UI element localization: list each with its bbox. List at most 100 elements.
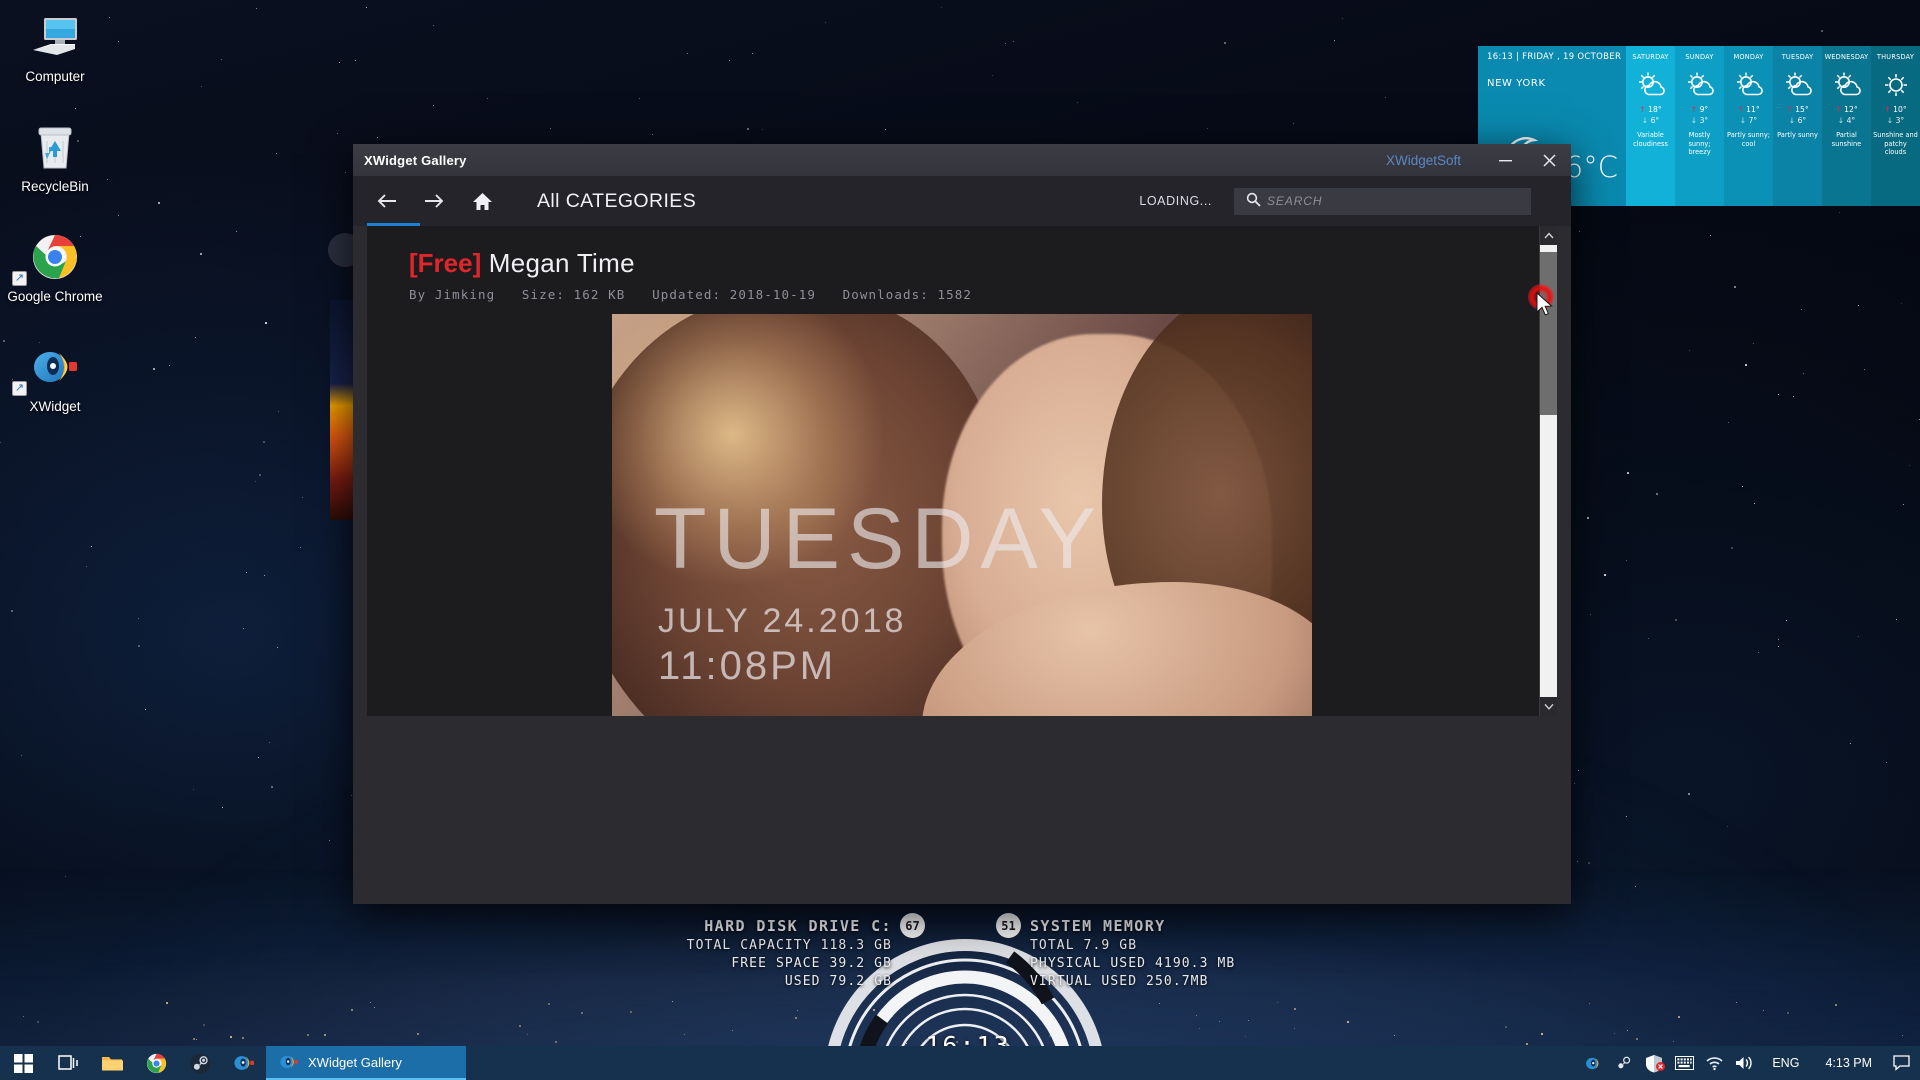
keyboard-icon[interactable] bbox=[1670, 1056, 1698, 1070]
weather-high-temp: ↑ 11° bbox=[1737, 105, 1760, 114]
security-shield-icon[interactable] bbox=[1640, 1054, 1668, 1073]
weather-day-name: SATURDAY bbox=[1632, 53, 1669, 61]
wifi-icon[interactable] bbox=[1700, 1056, 1728, 1071]
back-button[interactable] bbox=[367, 181, 407, 221]
search-icon bbox=[1240, 192, 1267, 210]
weather-day-column: MONDAY ↑ 11° ↓ 7° Partly sunny; cool bbox=[1724, 46, 1773, 206]
task-view-icon[interactable] bbox=[46, 1046, 90, 1080]
file-explorer-icon[interactable] bbox=[90, 1046, 134, 1080]
widget-downloads: Downloads: 1582 bbox=[842, 287, 972, 302]
weather-day-name: MONDAY bbox=[1733, 53, 1764, 61]
desktop-icon-xwidget[interactable]: ↗ XWidget bbox=[0, 338, 110, 414]
weather-day-column: TUESDAY ↑ 15° ↓ 6° Partly sunny bbox=[1773, 46, 1822, 206]
sun-cloud-icon bbox=[1831, 72, 1863, 98]
preview-time-text: 11:08PM bbox=[658, 644, 837, 688]
xwidget-icon: ↗ bbox=[0, 338, 110, 396]
widget-preview-image[interactable]: TUESDAY JULY 24.2018 11:08PM bbox=[612, 314, 1312, 716]
taskbar: XWidget Gallery ENG 4:13 PM bbox=[0, 1046, 1920, 1080]
xwidget-taskbar-icon[interactable] bbox=[222, 1046, 266, 1080]
chevron-up-icon[interactable] bbox=[1540, 226, 1557, 245]
widget-preview-wrapper: TUESDAY JULY 24.2018 11:08PM bbox=[367, 314, 1557, 716]
weather-description: Partly sunny; cool bbox=[1727, 131, 1770, 148]
weather-description: Partial sunshine bbox=[1831, 131, 1862, 148]
widget-item-name: Megan Time bbox=[488, 248, 635, 278]
home-button[interactable] bbox=[462, 181, 502, 221]
forward-button[interactable] bbox=[414, 181, 454, 221]
category-label[interactable]: All CATEGORIES bbox=[537, 190, 696, 213]
weather-low-temp: ↓ 6° bbox=[1641, 116, 1660, 125]
weather-description: Sunshine and patchy clouds bbox=[1873, 131, 1918, 157]
gallery-navbar: All CATEGORIES LOADING... bbox=[353, 176, 1571, 226]
close-button[interactable] bbox=[1527, 144, 1571, 176]
scrollbar-thumb[interactable] bbox=[1540, 252, 1557, 415]
desktop-icon-computer[interactable]: Computer bbox=[0, 8, 110, 84]
weather-day-name: SUNDAY bbox=[1685, 53, 1714, 61]
vertical-scrollbar[interactable] bbox=[1539, 226, 1557, 716]
desktop-icon-recyclebin[interactable]: RecycleBin bbox=[0, 118, 110, 194]
desktop-icon-label: Google Chrome bbox=[7, 289, 103, 304]
sun-icon bbox=[1881, 72, 1911, 98]
system-tray: ENG 4:13 PM bbox=[1580, 1054, 1920, 1073]
widget-item-title: [Free] Megan Time bbox=[409, 248, 1557, 279]
weather-high-temp: ↑ 10° bbox=[1884, 105, 1907, 114]
gallery-content-panel: [Free] Megan Time By Jimking Size: 162 K… bbox=[367, 226, 1557, 716]
weather-description: Variable cloudiness bbox=[1633, 131, 1668, 148]
weather-datetime: 16:13 | FRIDAY , 19 OCTOBER bbox=[1487, 52, 1622, 62]
weather-day-column: SATURDAY ↑ 18° ↓ 6° Variable cloudiness bbox=[1626, 46, 1675, 206]
windows-start-icon[interactable] bbox=[0, 1046, 46, 1080]
free-badge: [Free] bbox=[409, 248, 482, 278]
weather-high-temp: ↑ 15° bbox=[1786, 105, 1809, 114]
sun-cloud-icon bbox=[1684, 72, 1716, 98]
search-box[interactable] bbox=[1234, 187, 1531, 215]
steam-tray-icon[interactable] bbox=[1610, 1054, 1638, 1072]
weather-forecast-list: SATURDAY ↑ 18° ↓ 6° Variable cloudiness SUND… bbox=[1626, 46, 1920, 206]
search-input[interactable] bbox=[1267, 194, 1531, 208]
taskbar-active-task[interactable]: XWidget Gallery bbox=[266, 1046, 466, 1080]
weather-current-temp: 6°C bbox=[1564, 150, 1618, 184]
chrome-icon[interactable] bbox=[134, 1046, 178, 1080]
window-titlebar[interactable]: XWidget Gallery XWidgetSoft bbox=[353, 144, 1571, 176]
desktop-icon-chrome[interactable]: ↗ Google Chrome bbox=[0, 228, 110, 304]
weather-high-temp: ↑ 18° bbox=[1639, 105, 1662, 114]
sun-cloud-icon bbox=[1635, 72, 1667, 98]
weather-day-name: THURSDAY bbox=[1876, 53, 1915, 61]
steam-icon[interactable] bbox=[178, 1046, 222, 1080]
weather-description: Mostly sunny; breezy bbox=[1688, 131, 1711, 157]
desktop-icon-label: RecycleBin bbox=[21, 179, 89, 194]
weather-day-name: TUESDAY bbox=[1781, 53, 1814, 61]
weather-high-temp: ↑ 12° bbox=[1835, 105, 1858, 114]
taskbar-active-task-label: XWidget Gallery bbox=[308, 1054, 402, 1070]
weather-low-temp: ↓ 4° bbox=[1837, 116, 1856, 125]
weather-description: Partly sunny bbox=[1777, 131, 1818, 139]
shortcut-arrow-icon: ↗ bbox=[12, 271, 27, 286]
weather-low-temp: ↓ 6° bbox=[1788, 116, 1807, 125]
widget-author: By Jimking bbox=[409, 287, 496, 302]
sun-cloud-icon bbox=[1733, 72, 1765, 98]
taskbar-clock[interactable]: 4:13 PM bbox=[1813, 1056, 1884, 1070]
volume-icon[interactable] bbox=[1730, 1055, 1758, 1071]
weather-high-temp: ↑ 9° bbox=[1690, 105, 1709, 114]
language-indicator[interactable]: ENG bbox=[1760, 1056, 1811, 1070]
widget-updated: Updated: 2018-10-19 bbox=[652, 287, 816, 302]
desktop-icon-label: XWidget bbox=[29, 399, 81, 414]
weather-day-name: WEDNESDAY bbox=[1824, 53, 1869, 61]
xwidget-tray-icon[interactable] bbox=[1580, 1055, 1608, 1072]
chrome-icon: ↗ bbox=[0, 228, 110, 286]
desktop-icon-label: Computer bbox=[25, 69, 85, 84]
preview-day-text: TUESDAY bbox=[654, 491, 1103, 587]
shortcut-arrow-icon: ↗ bbox=[12, 381, 27, 396]
chevron-down-icon[interactable] bbox=[1540, 697, 1557, 716]
minimize-button[interactable] bbox=[1483, 144, 1527, 176]
computer-icon bbox=[0, 8, 110, 66]
widget-item-header: [Free] Megan Time By Jimking Size: 162 K… bbox=[367, 226, 1557, 302]
desktop-icon-list: Computer RecycleBin ↗ Google Chrome ↗ XW… bbox=[0, 8, 110, 448]
notification-icon[interactable] bbox=[1886, 1055, 1916, 1071]
weather-city: NEW YORK bbox=[1487, 78, 1546, 89]
widget-item-meta: By Jimking Size: 162 KB Updated: 2018-10… bbox=[409, 287, 1557, 302]
weather-low-temp: ↓ 3° bbox=[1886, 116, 1905, 125]
weather-low-temp: ↓ 3° bbox=[1690, 116, 1709, 125]
window-title: XWidget Gallery bbox=[364, 152, 467, 168]
xwidget-gallery-window[interactable]: XWidget Gallery XWidgetSoft All CATEGORI… bbox=[353, 144, 1571, 904]
weather-day-column: WEDNESDAY ↑ 12° ↓ 4° Partial sunshine bbox=[1822, 46, 1871, 206]
brand-link[interactable]: XWidgetSoft bbox=[1386, 153, 1461, 168]
